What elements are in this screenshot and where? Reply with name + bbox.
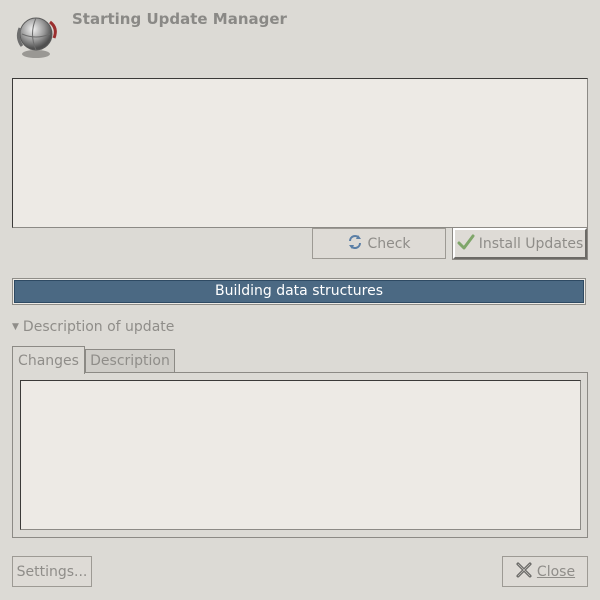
progress-bar: Building data structures xyxy=(12,278,586,305)
expander-arrow-icon: ▼ xyxy=(12,322,19,332)
tab-changes[interactable]: Changes xyxy=(12,346,85,374)
description-expander[interactable]: ▼ Description of update xyxy=(12,319,174,335)
update-manager-globe-icon xyxy=(14,12,62,60)
expander-label: Description of update xyxy=(22,319,175,335)
install-updates-button[interactable]: Install Updates xyxy=(452,227,588,260)
progress-text: Building data structures xyxy=(214,283,384,299)
window-title: Starting Update Manager xyxy=(72,10,287,28)
tab-description-label: Description xyxy=(90,353,170,369)
check-button-label: Check xyxy=(367,235,411,252)
changes-text-view[interactable] xyxy=(20,380,581,530)
close-button[interactable]: Close xyxy=(502,556,588,587)
close-button-label: Close xyxy=(536,563,576,580)
install-updates-label: Install Updates xyxy=(478,235,584,252)
checkmark-icon xyxy=(457,233,475,255)
tab-changes-label: Changes xyxy=(18,352,79,369)
settings-button-label: Settings... xyxy=(16,563,88,580)
check-button[interactable]: Check xyxy=(312,228,446,259)
refresh-icon xyxy=(347,234,363,254)
updates-list[interactable] xyxy=(12,78,588,228)
close-x-icon xyxy=(515,561,533,583)
tab-description[interactable]: Description xyxy=(85,349,175,372)
settings-button[interactable]: Settings... xyxy=(12,556,92,587)
